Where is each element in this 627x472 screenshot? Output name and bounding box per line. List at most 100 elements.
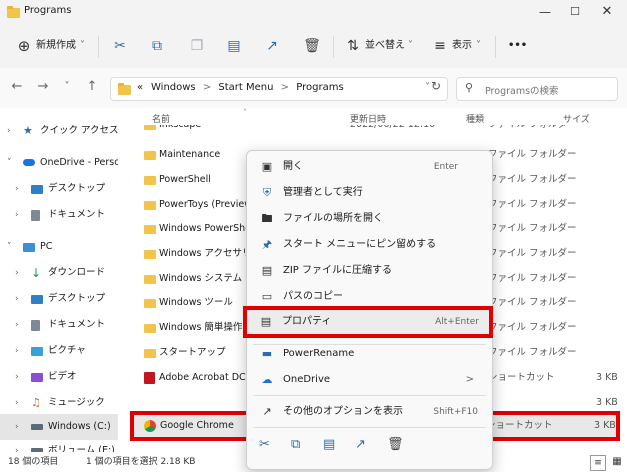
desktop-icon	[31, 185, 43, 194]
menu-item-properties[interactable]: ▤ プロパティ Alt+Enter	[243, 306, 493, 338]
nav-item-videos[interactable]: › ビデオ	[8, 364, 126, 390]
chevron-right-icon[interactable]: ›	[15, 176, 19, 202]
chevron-right-icon[interactable]: ›	[15, 364, 19, 390]
chevron-down-icon[interactable]: ˅	[7, 234, 12, 260]
address-bar[interactable]: « Windows > Start Menu > Programs ˅	[110, 77, 448, 101]
menu-item-label: 開く	[283, 161, 303, 172]
breadcrumb-programs[interactable]: Programs	[296, 82, 343, 93]
table-row[interactable]: Inkscape 2022/06/22 12:10 ファイル フォルダー	[132, 125, 622, 133]
delete-icon[interactable]: 🗑	[302, 36, 322, 56]
minimize-button[interactable]: —	[530, 2, 560, 22]
pictures-icon	[31, 347, 43, 356]
zip-icon: ▤	[261, 264, 273, 277]
copy-icon[interactable]: ⧉	[147, 36, 167, 56]
column-header-type[interactable]: 種類	[466, 112, 484, 125]
file-type: ショートカット	[486, 420, 553, 431]
nav-item-windows-c[interactable]: › Windows (C:)	[0, 414, 118, 440]
file-modified: 2022/06/22 12:10	[350, 125, 435, 133]
music-icon: ♫	[31, 396, 41, 409]
nav-item-label: Windows (C:)	[48, 421, 111, 432]
menu-item-show-more-options[interactable]: ↗ その他のオプションを表示 Shift+F10	[251, 399, 488, 425]
nav-item-quick-access[interactable]: › ★ クイック アクセス	[0, 118, 118, 144]
up-icon[interactable]: ↑	[83, 78, 101, 96]
nav-item-documents-pc[interactable]: › ドキュメント	[8, 312, 126, 338]
chevron-down-icon[interactable]: ˅	[80, 36, 85, 56]
chevron-down-icon[interactable]: ˅	[476, 36, 481, 56]
file-name: スタートアップ	[159, 347, 226, 358]
menu-item-pin-to-start[interactable]: 🖈 スタート メニューにピン留めする	[251, 232, 488, 258]
command-bar: ⊕ 新規作成 ˅ ✂ ⧉ ❐ ▤ ↗ 🗑 ⇅ 並べ替え ˅ ≡ 表示 ˅ •••	[0, 24, 627, 69]
overflow-crumb[interactable]: «	[137, 82, 143, 93]
nav-item-music[interactable]: › ♫ ミュージック	[8, 390, 126, 416]
chevron-right-icon[interactable]: ›	[15, 312, 19, 338]
nav-item-label: ミュージック	[48, 397, 105, 408]
new-button[interactable]: 新規作成	[36, 36, 76, 56]
share-icon[interactable]: ↗	[355, 437, 366, 452]
selection-info: 1 個の項目を選択 2.18 KB	[86, 457, 196, 467]
nav-item-volume-e[interactable]: › ボリューム (E:)	[8, 438, 126, 452]
nav-item-label: ビデオ	[48, 371, 77, 382]
details-view-icon[interactable]: ≡	[590, 455, 606, 471]
tiles-view-icon[interactable]: ▦	[610, 455, 624, 469]
chevron-right-icon[interactable]: ›	[15, 260, 19, 286]
share-icon[interactable]: ↗	[262, 36, 282, 56]
view-button[interactable]: 表示	[452, 36, 472, 56]
menu-item-open[interactable]: ▣ 開く Enter	[251, 154, 488, 180]
file-type: ファイル フォルダー	[488, 273, 577, 284]
chevron-right-icon[interactable]: ›	[15, 202, 19, 228]
more-button[interactable]: •••	[508, 36, 527, 56]
column-header-name[interactable]: 名前	[152, 112, 170, 125]
breadcrumb-windows[interactable]: Windows	[151, 82, 196, 93]
chevron-right-icon[interactable]: ›	[15, 338, 19, 364]
nav-item-label: ピクチャ	[48, 345, 86, 356]
nav-item-pictures[interactable]: › ピクチャ	[8, 338, 126, 364]
chevron-down-icon[interactable]: ˅	[7, 150, 12, 176]
menu-item-label: ZIP ファイルに圧縮する	[283, 265, 393, 276]
menu-item-onedrive[interactable]: ☁ OneDrive >	[251, 367, 488, 393]
menu-item-powerrename[interactable]: ▬ PowerRename	[251, 341, 488, 367]
shield-icon: ⛨	[262, 186, 272, 199]
maximize-button[interactable]: ☐	[560, 2, 590, 22]
menu-item-open-file-location[interactable]: 🖿 ファイルの場所を開く	[251, 206, 488, 232]
chevron-right-icon[interactable]: ›	[7, 118, 11, 144]
menu-item-run-as-admin[interactable]: ⛨ 管理者として実行	[251, 180, 488, 206]
chevron-right-icon[interactable]: ›	[15, 286, 19, 312]
breadcrumb-separator: >	[202, 82, 212, 93]
chevron-right-icon[interactable]: ›	[15, 438, 19, 452]
folder-icon	[144, 176, 156, 185]
menu-item-compress-zip[interactable]: ▤ ZIP ファイルに圧縮する	[251, 258, 488, 284]
column-header-size[interactable]: サイズ	[563, 112, 590, 125]
item-count: 18 個の項目	[8, 457, 59, 467]
nav-item-documents[interactable]: › ドキュメント	[8, 202, 126, 228]
close-button[interactable]: ✕	[592, 2, 622, 22]
breadcrumb-separator: >	[280, 82, 290, 93]
back-icon[interactable]: ←	[8, 78, 26, 96]
chevron-down-icon[interactable]: ˅	[408, 36, 413, 56]
chevron-right-icon[interactable]: ›	[15, 390, 19, 416]
nav-item-pc[interactable]: ˅ PC	[0, 234, 118, 260]
rename-icon[interactable]: ▤	[224, 36, 244, 56]
refresh-icon[interactable]: ↻	[431, 79, 441, 93]
search-box[interactable]: ⚲ Programsの検索	[456, 77, 618, 101]
nav-item-desktop-pc[interactable]: › デスクトップ	[8, 286, 126, 312]
powerrename-icon: ▬	[261, 347, 273, 360]
forward-icon[interactable]: →	[34, 78, 52, 96]
chevron-right-icon[interactable]: ›	[15, 414, 19, 440]
nav-item-desktop[interactable]: › デスクトップ	[8, 176, 126, 202]
chevron-down-icon[interactable]: ˅	[58, 78, 76, 96]
sort-icon: ⇅	[347, 38, 359, 54]
cut-icon[interactable]: ✂	[110, 36, 130, 56]
cut-icon[interactable]: ✂	[259, 437, 270, 452]
sort-button[interactable]: 並べ替え	[365, 36, 405, 56]
paste-icon[interactable]: ❐	[187, 36, 207, 56]
nav-item-onedrive[interactable]: ˅ OneDrive - Perso	[0, 150, 118, 176]
copy-icon[interactable]: ⧉	[291, 437, 300, 452]
search-input[interactable]: Programsの検索	[485, 83, 559, 97]
column-header-modified[interactable]: 更新日時	[350, 112, 386, 125]
delete-icon[interactable]: 🗑	[387, 437, 404, 452]
breadcrumb-start-menu[interactable]: Start Menu	[218, 82, 273, 93]
nav-item-downloads[interactable]: › ↓ ダウンロード	[8, 260, 126, 286]
folder-icon	[144, 275, 156, 284]
rename-icon[interactable]: ▤	[323, 437, 335, 452]
chevron-down-icon[interactable]: ˅	[425, 82, 430, 93]
